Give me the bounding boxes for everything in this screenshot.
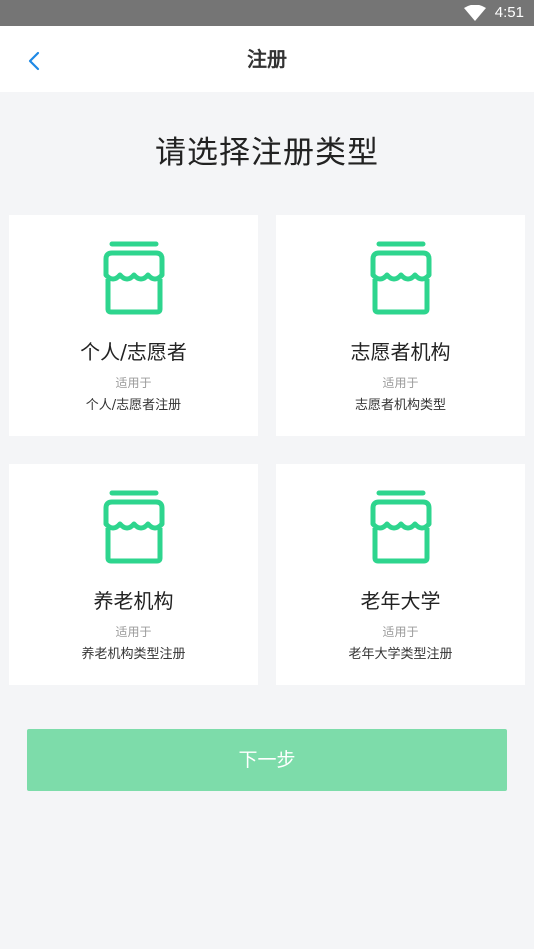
card-elderly-care-org[interactable]: 养老机构 适用于 养老机构类型注册 [9, 464, 258, 685]
card-title: 养老机构 [93, 589, 174, 613]
card-description: 志愿者机构类型 [354, 398, 446, 413]
next-button[interactable]: 下一步 [27, 729, 507, 791]
nav-bar: 注册 [0, 26, 534, 92]
section-heading: 请选择注册类型 [155, 135, 379, 171]
card-title: 老年大学 [360, 589, 441, 613]
card-personal-volunteer[interactable]: 个人/志愿者 适用于 个人/志愿者注册 [9, 215, 258, 436]
card-subtitle: 适用于 [382, 376, 419, 390]
card-volunteer-org[interactable]: 志愿者机构 适用于 志愿者机构类型 [276, 215, 525, 436]
shop-icon [370, 241, 432, 315]
card-description: 养老机构类型注册 [81, 647, 186, 662]
shop-icon [103, 490, 165, 564]
card-description: 个人/志愿者注册 [85, 398, 182, 413]
shop-icon [370, 490, 432, 564]
status-time: 4:51 [494, 4, 524, 21]
card-senior-university[interactable]: 老年大学 适用于 老年大学类型注册 [276, 464, 525, 685]
wifi-icon [464, 5, 486, 21]
status-bar: 4:51 [0, 0, 534, 26]
card-title: 志愿者机构 [350, 340, 451, 364]
card-subtitle: 适用于 [382, 625, 419, 639]
card-subtitle: 适用于 [115, 625, 152, 639]
shop-icon [103, 241, 165, 315]
card-subtitle: 适用于 [115, 376, 152, 390]
page-title: 注册 [247, 47, 287, 71]
card-description: 老年大学类型注册 [348, 647, 453, 662]
card-title: 个人/志愿者 [80, 340, 187, 364]
